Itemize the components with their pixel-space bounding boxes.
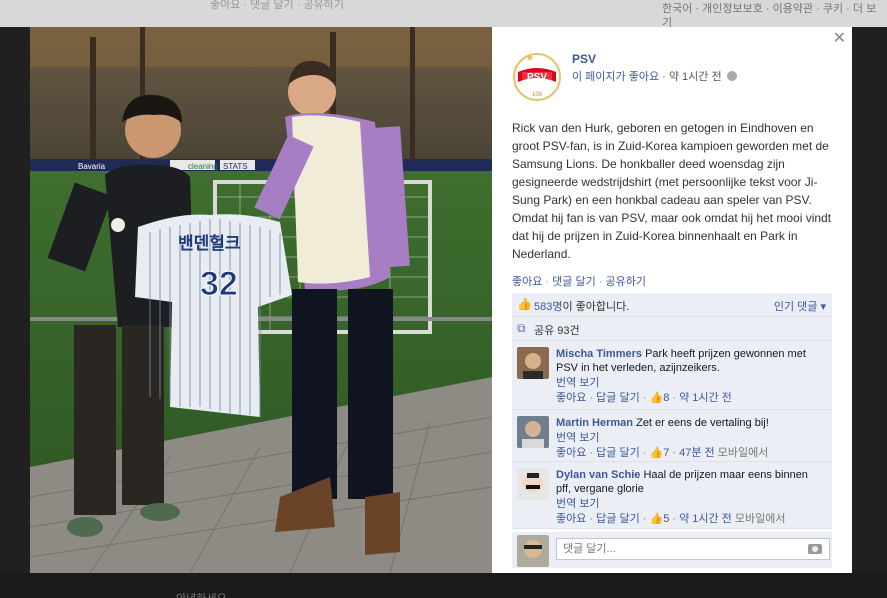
thumbs-up-icon: 👍 bbox=[649, 447, 664, 459]
feedback-box: 👍 583명이 좋아합니다. 인기 댓글 ▾ ⧉ 공유 93건 Mischa T… bbox=[512, 293, 832, 529]
comment-reply-link[interactable]: 답글 달기 bbox=[596, 447, 640, 459]
comment-like-link[interactable]: 좋아요 bbox=[556, 513, 586, 525]
comment-body: Martin Herman Zet er eens de vertaling b… bbox=[556, 410, 832, 464]
comment-like-link[interactable]: 좋아요 bbox=[556, 392, 586, 404]
meta-separator: · bbox=[669, 392, 680, 404]
comment-author[interactable]: Martin Herman bbox=[556, 417, 633, 429]
shares-count-link[interactable]: 공유 93건 bbox=[534, 322, 580, 338]
avatar-image bbox=[517, 468, 549, 500]
ad-board-2: cleaning bbox=[188, 162, 218, 171]
comment-time[interactable]: 약 1시간 전 bbox=[679, 513, 732, 525]
avatar-image bbox=[517, 416, 549, 448]
post-meta: 이 페이지가 좋아요 · 약 1시간 전 bbox=[572, 68, 737, 84]
chevron-down-icon: ▾ bbox=[820, 301, 826, 313]
background-right bbox=[852, 27, 887, 573]
camera-icon[interactable] bbox=[808, 544, 822, 554]
globe-icon bbox=[726, 71, 737, 81]
likes-summary: 583명이 좋아합니다. bbox=[534, 298, 629, 314]
share-button[interactable]: 공유하기 bbox=[606, 276, 646, 288]
meta-separator: · bbox=[586, 392, 597, 404]
post-time[interactable]: 약 1시간 전 bbox=[669, 71, 722, 83]
comment-button[interactable]: 댓글 달기 bbox=[552, 276, 596, 288]
photo-illustration: Bavaria cleaning STATS 밴덴헐크 32 bbox=[30, 27, 492, 573]
comment-item: Mischa Timmers Park heeft prijzen gewonn… bbox=[512, 341, 832, 410]
comment-meta: 좋아요 · 답글 달기 · 👍7 · 47분 전 모바일에서 bbox=[556, 446, 826, 460]
comment-author[interactable]: Mischa Timmers bbox=[556, 348, 642, 360]
meta-separator: · bbox=[669, 447, 680, 459]
see-translation-link[interactable]: 번역 보기 bbox=[556, 376, 826, 390]
psv-logo-years: 100 bbox=[532, 92, 543, 98]
jersey-name: 밴덴헐크 bbox=[178, 233, 241, 254]
page-name-link[interactable]: PSV bbox=[572, 52, 596, 66]
background-left bbox=[0, 27, 30, 573]
meta-separator: · bbox=[586, 447, 597, 459]
likes-text: 이 좋아합니다. bbox=[562, 301, 630, 313]
meta-separator: · bbox=[669, 513, 680, 525]
background-page-top: 좋아요 · 댓글 달기 · 공유하기 한국어 · 개인정보보호 · 이용약관 ·… bbox=[0, 0, 887, 29]
comment-meta: 좋아요 · 답글 달기 · 👍8 · 약 1시간 전 bbox=[556, 391, 826, 405]
see-translation-link[interactable]: 번역 보기 bbox=[556, 431, 826, 445]
comment-author[interactable]: Dylan van Schie bbox=[556, 469, 640, 481]
comment-item: Martin Herman Zet er eens de vertaling b… bbox=[512, 410, 832, 462]
post-actions: 좋아요 · 댓글 달기 · 공유하기 bbox=[512, 273, 646, 289]
background-post-actions: 좋아요 · 댓글 달기 · 공유하기 bbox=[210, 0, 344, 11]
meta-separator: · bbox=[662, 71, 669, 83]
ad-board-3: STATS bbox=[223, 162, 248, 171]
avatar[interactable] bbox=[517, 468, 549, 500]
background-bottom-text: 안녕하세요 bbox=[176, 590, 227, 598]
psv-logo[interactable]: PSV 100 bbox=[512, 52, 562, 102]
comment-body: Mischa Timmers Park heeft prijzen gewonn… bbox=[556, 341, 832, 409]
avatar-image bbox=[517, 347, 549, 379]
thumbs-up-icon: 👍 bbox=[517, 297, 532, 311]
comment-device: 모바일에서 bbox=[734, 513, 786, 525]
post-body: Rick van den Hurk, geboren en getogen in… bbox=[512, 121, 832, 261]
like-page-link[interactable]: 이 페이지가 좋아요 bbox=[572, 71, 659, 83]
comment-text: Zet er eens de vertaling bij! bbox=[636, 417, 769, 429]
comment-reply-link[interactable]: 답글 달기 bbox=[596, 513, 640, 525]
likes-row: 👍 583명이 좋아합니다. 인기 댓글 ▾ bbox=[512, 293, 832, 317]
likes-count-link[interactable]: 583명 bbox=[534, 301, 562, 313]
comment-time[interactable]: 47분 전 bbox=[679, 447, 715, 459]
jersey-number: 32 bbox=[200, 265, 238, 303]
avatar[interactable] bbox=[517, 416, 549, 448]
post-detail-panel: ✕ PSV 100 PSV 이 페이지가 좋아요 · 약 1시간 전 Rick … bbox=[492, 27, 852, 573]
comment-input[interactable] bbox=[556, 538, 830, 560]
reply-box bbox=[512, 532, 832, 568]
close-icon[interactable]: ✕ bbox=[833, 31, 846, 47]
avatar bbox=[517, 535, 549, 567]
comment-sort-dropdown[interactable]: 인기 댓글 ▾ bbox=[774, 298, 826, 314]
avatar[interactable] bbox=[517, 347, 549, 379]
comment-meta: 좋아요 · 답글 달기 · 👍5 · 약 1시간 전 모바일에서 bbox=[556, 512, 826, 526]
avatar-image bbox=[517, 535, 549, 567]
comment-device: 모바일에서 bbox=[717, 447, 769, 459]
thumbs-up-icon: 👍 bbox=[649, 513, 664, 525]
meta-separator: · bbox=[586, 513, 597, 525]
comment-item: Dylan van Schie Haal de prijzen maar een… bbox=[512, 462, 832, 529]
comment-body: Dylan van Schie Haal de prijzen maar een… bbox=[556, 462, 832, 530]
psv-logo-text: PSV bbox=[527, 72, 547, 83]
thumbs-up-icon: 👍 bbox=[649, 392, 664, 404]
see-translation-link[interactable]: 번역 보기 bbox=[556, 497, 826, 511]
psv-logo-icon: PSV 100 bbox=[513, 53, 561, 101]
shares-row: ⧉ 공유 93건 bbox=[512, 317, 832, 341]
share-icon: ⧉ bbox=[517, 321, 526, 335]
comment-sort-label: 인기 댓글 bbox=[773, 301, 818, 313]
background-page-bottom bbox=[0, 573, 887, 598]
comment-like-link[interactable]: 좋아요 bbox=[556, 447, 586, 459]
comment-reply-link[interactable]: 답글 달기 bbox=[596, 392, 640, 404]
ad-board-1: Bavaria bbox=[78, 162, 106, 171]
post-photo[interactable]: Bavaria cleaning STATS 밴덴헐크 32 bbox=[30, 27, 492, 573]
action-separator: · bbox=[598, 276, 606, 288]
like-button[interactable]: 좋아요 bbox=[512, 276, 542, 288]
comment-time[interactable]: 약 1시간 전 bbox=[679, 392, 732, 404]
background-footer-links: 한국어 · 개인정보보호 · 이용약관 · 쿠키 · 더 보기 bbox=[662, 3, 877, 29]
